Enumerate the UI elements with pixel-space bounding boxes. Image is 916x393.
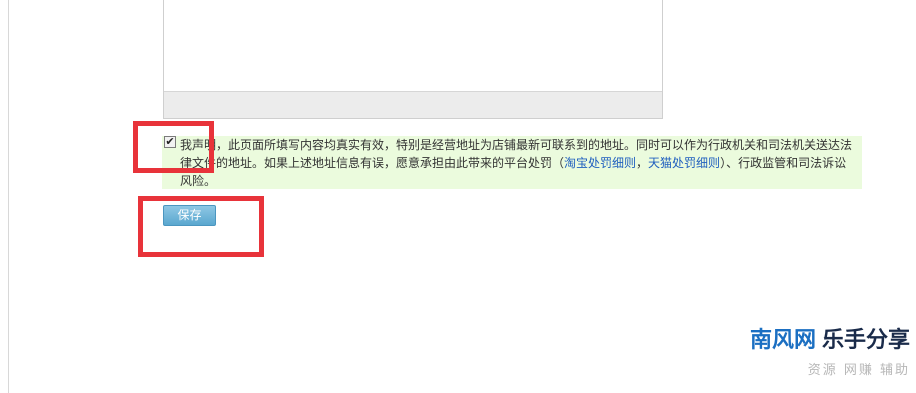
- watermark-brand-blue: 南风网: [749, 328, 816, 353]
- checkbox-highlight-box: [133, 121, 214, 173]
- watermark-brand-dark: 乐手分享: [821, 328, 910, 353]
- watermark-logo: 南风网 乐手分享 资源 网赚 辅助: [750, 327, 910, 378]
- address-textarea[interactable]: [163, 0, 663, 119]
- textarea-footer-bar: [164, 91, 662, 118]
- declaration-panel: ✔ 我声明，此页面所填写内容均真实有效，特别是经营地址为店铺最新可联系到的地址。…: [162, 136, 862, 189]
- declaration-text: 我声明，此页面所填写内容均真实有效，特别是经营地址为店铺最新可联系到的地址。同时…: [180, 136, 856, 190]
- save-button-highlight-box: [138, 196, 264, 257]
- link-separator: ，: [636, 156, 649, 170]
- tmall-penalty-rules-link[interactable]: 天猫处罚细则: [648, 156, 720, 170]
- watermark-tagline: 资源 网赚 辅助: [807, 363, 910, 378]
- page-left-border: [8, 0, 9, 393]
- taobao-penalty-rules-link[interactable]: 淘宝处罚细则: [564, 156, 636, 170]
